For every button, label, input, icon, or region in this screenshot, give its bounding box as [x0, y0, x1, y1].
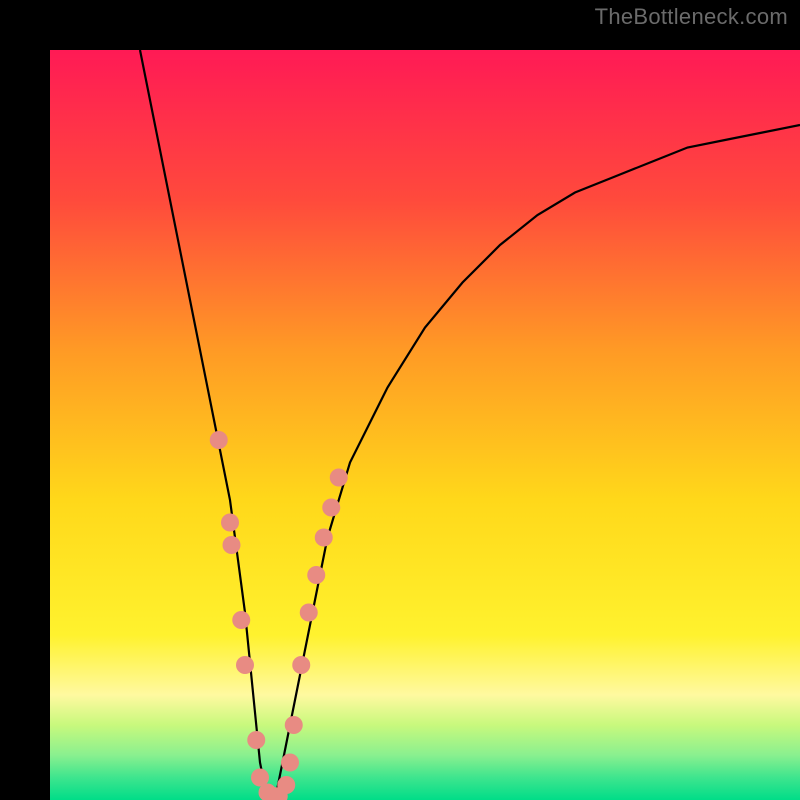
gpu-point: [315, 529, 333, 547]
gpu-point: [223, 536, 241, 554]
watermark-text: TheBottleneck.com: [595, 4, 788, 30]
gpu-point: [292, 656, 310, 674]
gpu-point: [281, 754, 299, 772]
gpu-point: [285, 716, 303, 734]
gpu-point: [221, 514, 239, 532]
gpu-point: [330, 469, 348, 487]
gpu-point: [236, 656, 254, 674]
gpu-point: [210, 431, 228, 449]
gpu-point: [232, 611, 250, 629]
gpu-point: [300, 604, 318, 622]
gpu-point: [307, 566, 325, 584]
bottleneck-chart: [50, 50, 800, 800]
chart-frame: [25, 25, 775, 775]
gpu-point: [277, 776, 295, 794]
gpu-point: [322, 499, 340, 517]
gpu-point: [247, 731, 265, 749]
